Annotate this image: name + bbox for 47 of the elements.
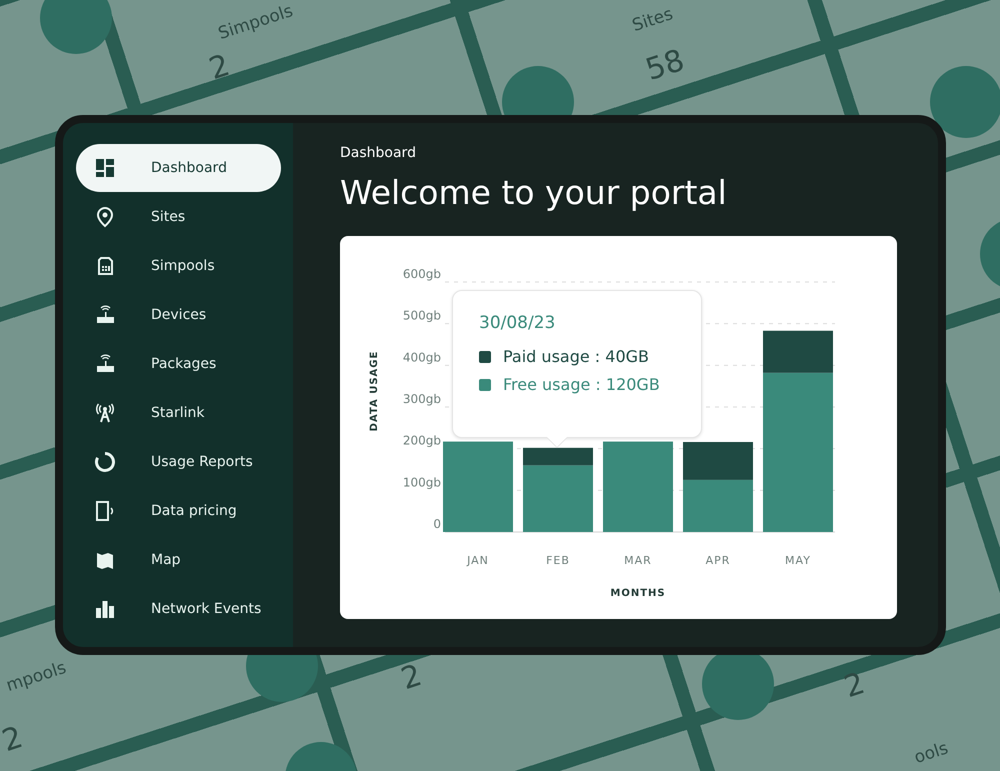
axis-tick-label: 400gb [402, 350, 441, 364]
y-axis-title: DATA USAGE [369, 350, 380, 432]
tile-label: Sites [630, 4, 676, 36]
axis-tick-label: 200gb [402, 434, 441, 448]
breadcrumb: Dashboard [340, 145, 417, 161]
axis-category-label: FEB [546, 554, 570, 567]
sidebar-item[interactable]: Packages [76, 340, 281, 388]
tile-value: 2 [840, 666, 870, 706]
axis-category-label: MAR [624, 554, 652, 567]
tooltip-value: Free usage : 120GB [503, 375, 660, 394]
axis-category-label: JAN [467, 554, 489, 567]
sidebar-item[interactable]: Data pricing [76, 487, 281, 535]
sidebar-item[interactable]: Map [76, 536, 281, 584]
sidebar-item[interactable]: Network Events [76, 585, 281, 633]
icon-circle [930, 66, 1000, 138]
ring-chart-icon [94, 451, 116, 473]
tooltip-date: 30/08/23 [479, 313, 556, 333]
router-icon [94, 353, 116, 375]
axis-category-label: APR [706, 554, 730, 567]
sidebar-item[interactable]: Starlink [76, 389, 281, 437]
axis-tick-label: 0 [433, 517, 441, 531]
phone-icon [94, 500, 116, 522]
dashboard-icon [94, 157, 116, 179]
x-axis-title: MONTHS [610, 588, 666, 599]
sidebar-item[interactable]: Simpools [76, 242, 281, 290]
tile-label: mpools [4, 658, 69, 696]
tile-label: ools [912, 738, 951, 768]
tile-value: 2 [0, 720, 28, 760]
axis-tick-label: 300gb [402, 392, 441, 406]
icon-circle [40, 0, 112, 54]
sidebar-item[interactable]: Dashboard [76, 144, 281, 192]
axis-category-label: MAY [785, 554, 811, 567]
axis-tick-label: 100gb [402, 475, 441, 490]
sidebar-item[interactable]: Devices [76, 291, 281, 339]
location-pin-icon [94, 206, 116, 228]
sidebar-item[interactable]: Usage Reports [76, 438, 281, 486]
sidebar-item[interactable]: Sites [76, 193, 281, 241]
page-title: Welcome to your portal [340, 173, 728, 212]
tile-value: 58 [642, 42, 689, 88]
tile-value: 2 [205, 48, 234, 88]
axis-tick-label: 500gb [402, 308, 441, 323]
antenna-icon [94, 402, 116, 424]
bar-chart-icon [94, 598, 116, 620]
axis-tick-label: 600gb [402, 267, 441, 281]
tile-value: 2 [397, 658, 426, 698]
tooltip-value: Paid usage : 40GB [503, 347, 649, 366]
router-icon [94, 304, 116, 326]
